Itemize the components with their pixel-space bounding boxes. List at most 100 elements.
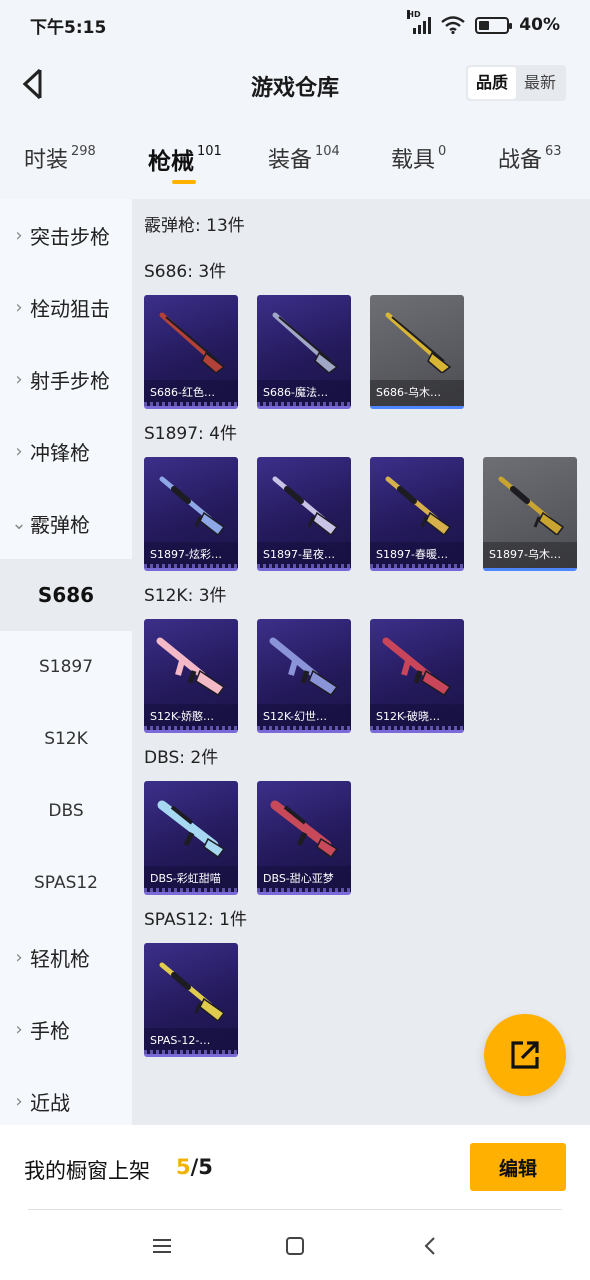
signal-icon: HD (407, 10, 432, 34)
sidebar-sub-s12k[interactable]: S12K (0, 703, 132, 775)
chevron-right-icon: › (15, 1018, 23, 1040)
sidebar-item-label: 霰弹枪 (30, 512, 90, 537)
tab-count: 63 (545, 144, 562, 159)
weapon-card[interactable]: DBS-甜心亚梦 (257, 781, 351, 895)
battery-percent: 40% (519, 15, 560, 35)
weapon-image (157, 800, 226, 859)
chevron-down-icon: ⌄ (11, 512, 27, 534)
weapon-card[interactable]: DBS-彩虹甜喵 (144, 781, 238, 895)
sidebar-item-bolt-sniper[interactable]: › 栓动狙击 (0, 271, 132, 343)
sidebar: › 突击步枪 › 栓动狙击 › 射手步枪 › 冲锋枪 ⌄ 霰弹枪 S686 S1897 S… (0, 199, 132, 1125)
home-button[interactable] (281, 1232, 309, 1260)
weapon-image (159, 476, 226, 535)
weapon-list: 霰弹枪: 13件 S686: 3件 S686-红色… S686-魔法… S686-乌木… (132, 199, 590, 1125)
weapon-image (269, 637, 339, 697)
sidebar-sub-dbs[interactable]: DBS (0, 775, 132, 847)
card-decoration (257, 564, 351, 568)
weapon-card[interactable]: SPAS-12-… (144, 943, 238, 1057)
group-title: S1897: 4件 (144, 424, 238, 444)
weapon-card[interactable]: S12K-娇憨… (144, 619, 238, 733)
battery-icon (475, 16, 513, 34)
sidebar-item-shotgun[interactable]: ⌄ 霰弹枪 (0, 487, 132, 559)
tab-equipment[interactable]: 装备 104 (268, 142, 340, 174)
group-title: S686: 3件 (144, 262, 227, 282)
card-decoration (144, 888, 238, 892)
sidebar-item-pistol[interactable]: › 手枪 (0, 993, 132, 1065)
tab-count: 298 (71, 144, 96, 159)
chevron-right-icon: › (15, 368, 23, 390)
sidebar-item-label: 手枪 (30, 1018, 70, 1043)
tab-count: 104 (315, 144, 340, 159)
status-icons: HD 40% (407, 10, 560, 35)
tab-label: 战备 (498, 148, 543, 173)
group-title: SPAS12: 1件 (144, 910, 247, 930)
sidebar-sub-s1897[interactable]: S1897 (0, 631, 132, 703)
group-title: DBS: 2件 (144, 748, 219, 768)
card-decoration (370, 564, 464, 568)
sort-by-latest[interactable]: 最新 (516, 67, 564, 99)
header: 游戏仓库 品质 最新 (0, 50, 590, 120)
tab-supplies[interactable]: 战备 63 (498, 142, 562, 174)
system-nav-bar (0, 1210, 590, 1280)
weapon-card[interactable]: S686-魔法… (257, 295, 351, 409)
weapon-card[interactable]: S12K-破晓… (370, 619, 464, 733)
weapon-card[interactable]: S686-乌木… (370, 295, 464, 409)
sidebar-item-label: 栓动狙击 (30, 296, 110, 321)
tab-count: 0 (438, 144, 447, 159)
weapon-card[interactable]: S1897-炫彩… (144, 457, 238, 571)
card-decoration (370, 726, 464, 730)
category-total: 霰弹枪: 13件 (144, 216, 245, 236)
weapon-image (272, 312, 339, 373)
sort-by-quality[interactable]: 品质 (467, 67, 516, 99)
weapon-image (272, 476, 339, 535)
wifi-icon (441, 16, 466, 34)
chevron-right-icon: › (15, 296, 23, 318)
tab-label: 枪械 (148, 149, 194, 175)
card-decoration (144, 564, 238, 568)
sidebar-item-assault-rifle[interactable]: › 突击步枪 (0, 199, 132, 271)
sidebar-item-label: 射手步枪 (30, 368, 110, 393)
weapon-image (385, 312, 452, 373)
sidebar-item-label: 轻机枪 (30, 946, 90, 971)
showcase-current: 5 (176, 1155, 191, 1179)
sidebar-sub-s686[interactable]: S686 (0, 559, 132, 631)
share-button[interactable] (484, 1014, 566, 1096)
sidebar-item-smg[interactable]: › 冲锋枪 (0, 415, 132, 487)
tab-label: 载具 (391, 148, 436, 173)
card-decoration (144, 726, 238, 730)
weapon-image (270, 800, 339, 859)
chevron-right-icon: › (15, 440, 23, 462)
weapon-name: S1897-乌木… (483, 542, 577, 568)
card-decoration (144, 402, 238, 406)
tab-count: 101 (197, 144, 222, 159)
chevron-right-icon: › (15, 1090, 23, 1112)
sidebar-sub-spas12[interactable]: SPAS12 (0, 847, 132, 919)
showcase-total: /5 (190, 1155, 213, 1179)
menu-icon (153, 1239, 171, 1253)
weapon-card[interactable]: S1897-春暖… (370, 457, 464, 571)
card-decoration (257, 888, 351, 892)
weapon-card[interactable]: S686-红色… (144, 295, 238, 409)
tab-weapons[interactable]: 枪械 101 (148, 142, 222, 184)
weapon-card[interactable]: S1897-星夜… (257, 457, 351, 571)
weapon-image (159, 962, 226, 1021)
category-tabs: 时装 298 枪械 101 装备 104 载具 0 战备 63 (0, 130, 590, 198)
chevron-right-icon: › (15, 224, 23, 246)
sort-toggle: 品质 最新 (465, 65, 566, 101)
nav-back-button[interactable] (416, 1232, 444, 1260)
weapon-image (498, 476, 565, 535)
sidebar-item-label: 突击步枪 (30, 224, 110, 249)
tab-vehicles[interactable]: 载具 0 (391, 142, 446, 174)
card-decoration (257, 726, 351, 730)
showcase-label: 我的橱窗上架 (24, 1159, 150, 1183)
tab-fashion[interactable]: 时装 298 (24, 142, 96, 174)
weapon-card[interactable]: S1897-乌木… (483, 457, 577, 571)
sidebar-item-marksman-rifle[interactable]: › 射手步枪 (0, 343, 132, 415)
weapon-card[interactable]: S12K-幻世… (257, 619, 351, 733)
weapon-image (385, 476, 452, 535)
chevron-right-icon: › (15, 946, 23, 968)
sidebar-item-lmg[interactable]: › 轻机枪 (0, 921, 132, 993)
edit-button[interactable]: 编辑 (470, 1143, 566, 1191)
group-title: S12K: 3件 (144, 586, 227, 606)
menu-button[interactable] (148, 1232, 176, 1260)
